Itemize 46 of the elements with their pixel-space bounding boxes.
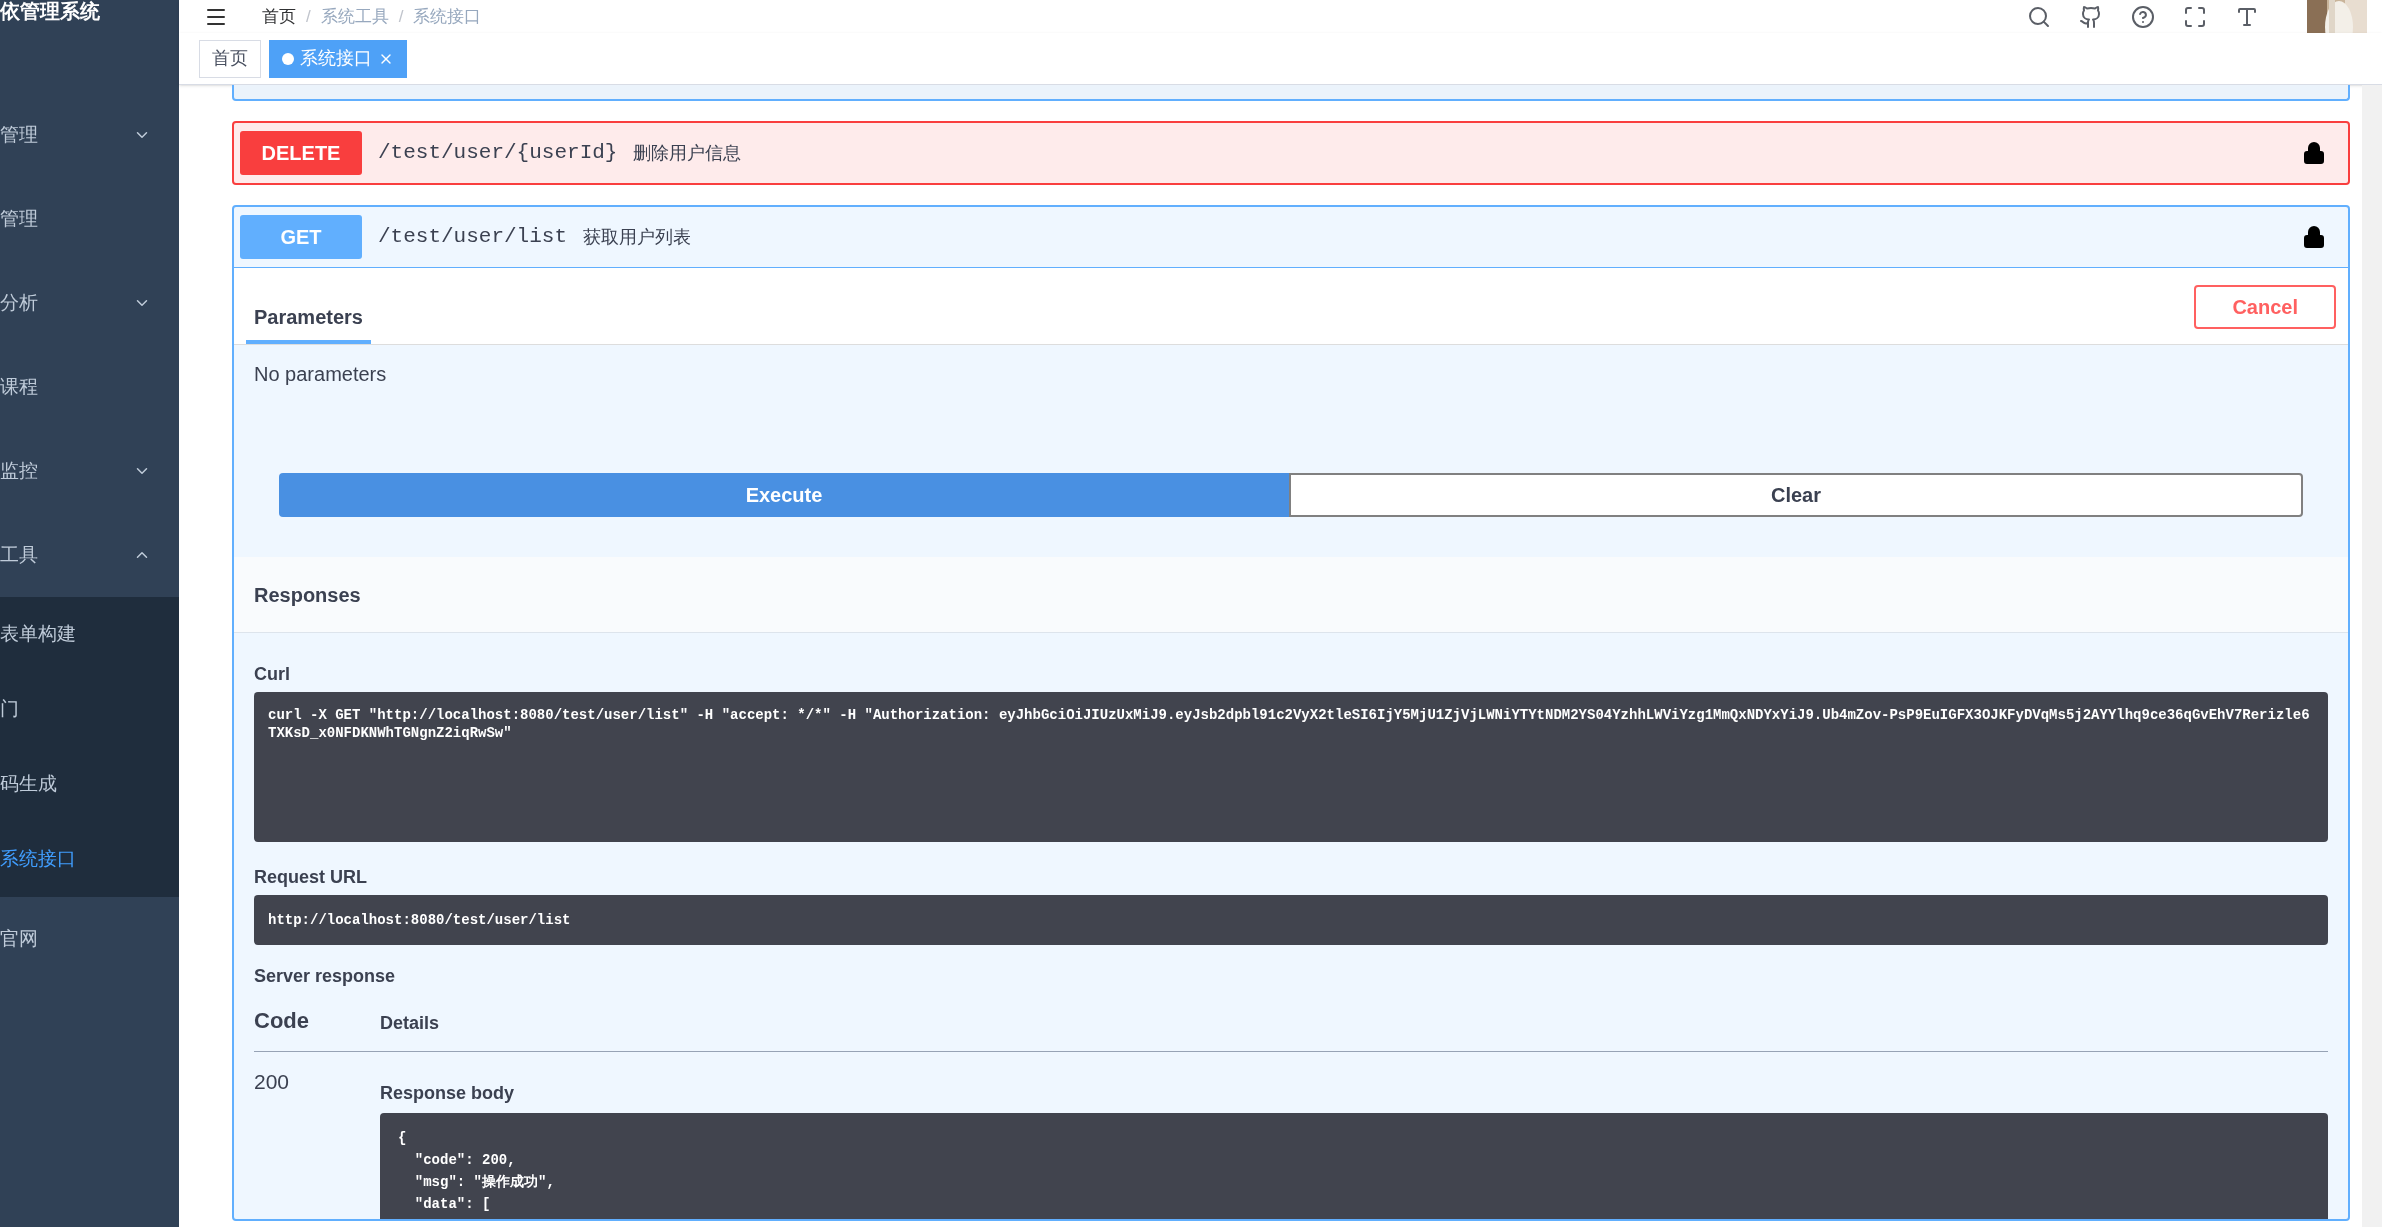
sidebar-item[interactable]: 监控 <box>0 429 179 513</box>
lock-icon[interactable] <box>2302 225 2326 249</box>
operation-summary[interactable]: GET /test/user/list 获取用户列表 <box>234 207 2348 267</box>
status-code: 200 <box>254 1069 291 1095</box>
operation-summary[interactable]: DELETE /test/user/{userId} 删除用户信息 <box>234 123 2348 183</box>
curl-label: Curl <box>254 663 291 686</box>
request-url-label: Request URL <box>254 866 368 889</box>
responses-header: Responses <box>234 557 2348 633</box>
sidebar-item[interactable]: 管理 <box>0 93 179 177</box>
sidebar-item[interactable]: 课程 <box>0 345 179 429</box>
fullscreen-icon[interactable] <box>2183 4 2207 29</box>
breadcrumb-separator: / <box>306 5 311 28</box>
sidebar-subitem[interactable]: 系统接口 <box>0 822 179 897</box>
method-badge: GET <box>240 215 362 259</box>
response-body: { "code": 200, "msg": "操作成功", "data": [ <box>380 1113 2328 1219</box>
breadcrumb-separator: / <box>398 5 404 28</box>
help-icon[interactable] <box>2131 4 2155 29</box>
breadcrumb-item[interactable]: 首页 <box>262 3 296 30</box>
response-body-label: Response body <box>380 1082 516 1105</box>
sidebar-subitem[interactable]: 表单构建 <box>0 597 179 672</box>
endpoint-path: /test/user/list <box>378 224 568 251</box>
sidebar-subitem[interactable]: 门 <box>0 672 179 747</box>
sidebar-item[interactable]: 官网 <box>0 897 179 981</box>
endpoint-path: /test/user/{userId} <box>378 140 618 167</box>
server-response-label: Server response <box>254 965 397 988</box>
clear-button[interactable]: Clear <box>1289 473 2303 517</box>
sidebar-item[interactable]: 工具 <box>0 513 179 597</box>
request-url: http://localhost:8080/test/user/list <box>254 895 2328 945</box>
code-column-header: Code <box>254 1007 310 1035</box>
endpoint-summary: 获取用户列表 <box>583 225 692 249</box>
sidebar-subitem[interactable]: 码生成 <box>0 747 179 822</box>
github-icon[interactable] <box>2079 4 2103 29</box>
tab[interactable]: 首页 <box>199 39 261 78</box>
execute-button[interactable]: Execute <box>279 473 1289 517</box>
details-column-header: Details <box>380 1012 440 1035</box>
endpoint-summary: 删除用户信息 <box>633 141 742 165</box>
breadcrumb-item: 系统接口 <box>413 5 482 28</box>
app-title: 依管理系统 <box>0 0 100 22</box>
lock-icon[interactable] <box>2302 141 2326 165</box>
no-parameters-text: No parameters <box>254 362 388 387</box>
search-icon[interactable] <box>2027 4 2051 29</box>
curl-command: curl -X GET "http://localhost:8080/test/user/list" -H "accept: */*" -H "Authorization: eyJhbGciOiJIUzUxMiJ9.eyJsb2dpbl91c2VyX2tleSI6IjY5MjU1ZjVjLWNiYTYtNDM2YS04YzhhLWViYzg1MmQxNDYxYiJ9.Ub4mZov-PsP9EuIGFX3OJKFyDVqMs5j2AYYlhq9ce36qGvEhV7Rerizle6TXKsD_x0NFDKNWhTGNgnZ2iqRwSw" <box>254 692 2328 842</box>
sidebar-item[interactable]: 分析 <box>0 261 179 345</box>
parameters-tab[interactable]: Parameters <box>246 302 371 344</box>
sidebar-item[interactable]: 管理 <box>0 177 179 261</box>
method-badge: DELETE <box>240 131 362 175</box>
